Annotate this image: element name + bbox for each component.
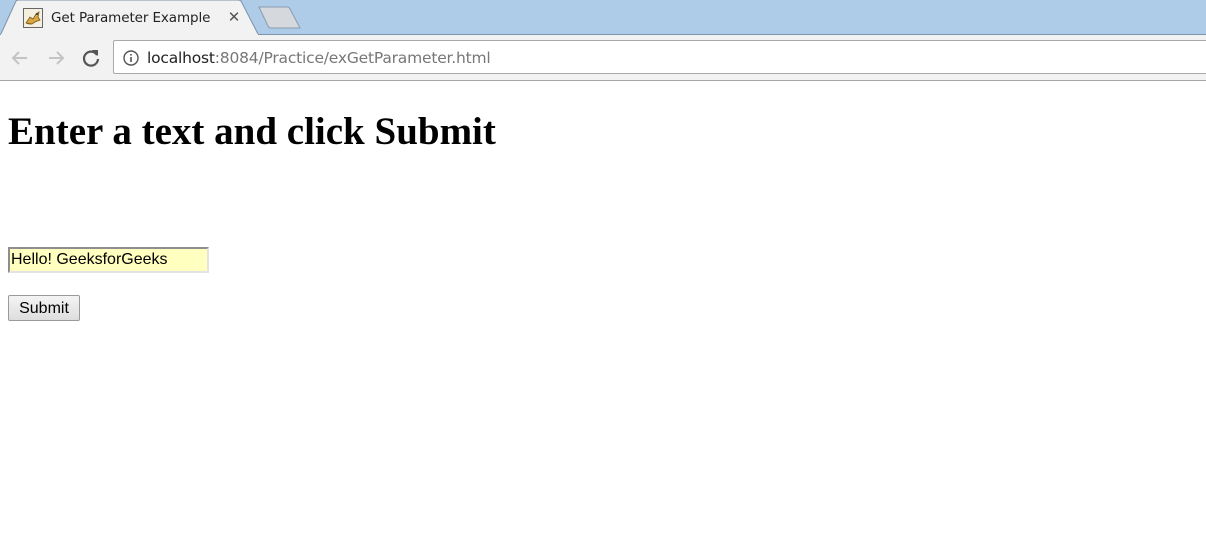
arrow-right-icon[interactable] [45, 47, 67, 69]
tab-get-parameter-example[interactable]: Get Parameter Example ✕ [0, 0, 260, 36]
browser-toolbar: localhost:8084/Practice/exGetParameter.h… [0, 35, 1206, 81]
tomcat-icon [23, 8, 43, 28]
info-icon[interactable] [123, 50, 139, 66]
reload-icon[interactable] [80, 47, 102, 69]
tab-title: Get Parameter Example [51, 10, 211, 26]
tab-strip: Get Parameter Example ✕ [0, 0, 1206, 36]
submit-button[interactable]: Submit [8, 295, 80, 321]
url-text: localhost:8084/Practice/exGetParameter.h… [147, 49, 491, 67]
text-input[interactable] [8, 247, 209, 273]
close-tab-icon[interactable]: ✕ [226, 8, 242, 26]
new-tab-button[interactable] [257, 6, 303, 30]
url-host: localhost [147, 49, 215, 67]
arrow-left-icon[interactable] [9, 47, 31, 69]
url-path: :8084/Practice/exGetParameter.html [214, 49, 491, 67]
address-bar[interactable]: localhost:8084/Practice/exGetParameter.h… [113, 40, 1206, 74]
page-heading: Enter a text and click Submit [8, 110, 496, 153]
